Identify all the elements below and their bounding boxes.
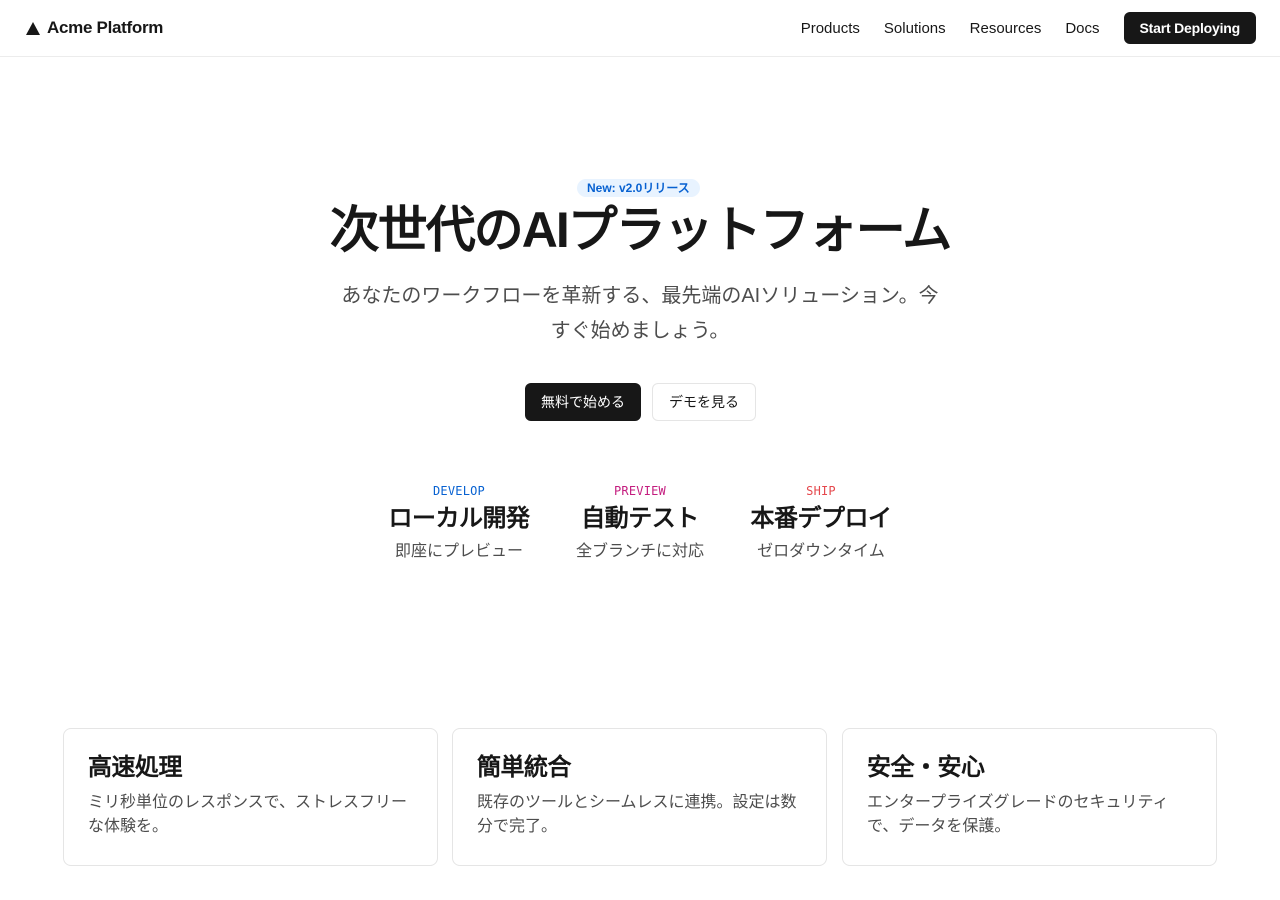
feature-card-title: 簡単統合: [477, 754, 572, 781]
nav-link-docs[interactable]: Docs: [1065, 20, 1099, 37]
step-title: ローカル開発: [388, 505, 531, 532]
step-title: 本番デプロイ: [750, 505, 893, 532]
step-ship: SHIP 本番デプロイ ゼロダウンタイム: [731, 483, 911, 563]
feature-card-description: 既存のツールとシームレスに連携。設定は数分で完了。: [477, 794, 797, 835]
triangle-logo-icon: [26, 21, 40, 35]
step-tag: DEVELOP: [433, 484, 485, 498]
feature-card-security: 安全・安心 エンタープライズグレードのセキュリティで、データを保護。: [842, 728, 1217, 866]
feature-card-title: 安全・安心: [867, 754, 985, 781]
top-nav-bar: Acme Platform Products Solutions Resourc…: [0, 0, 1280, 57]
step-title: 自動テスト: [581, 505, 699, 532]
step-tag: SHIP: [806, 484, 836, 498]
start-free-button[interactable]: 無料で始める: [525, 383, 641, 421]
release-badge[interactable]: New: v2.0リリース: [577, 179, 700, 197]
feature-card-description: エンタープライズグレードのセキュリティで、データを保護。: [867, 794, 1169, 835]
start-deploying-button[interactable]: Start Deploying: [1123, 12, 1256, 44]
nav-link-products[interactable]: Products: [801, 20, 860, 37]
feature-card-title: 高速処理: [88, 754, 183, 781]
step-description: 全ブランチに対応: [575, 543, 704, 560]
hero-title: 次世代のAIプラットフォーム: [329, 202, 953, 258]
step-description: ゼロダウンタイム: [757, 543, 885, 560]
step-description: 即座にプレビュー: [394, 543, 523, 560]
main-nav: Products Solutions Resources Docs Start …: [801, 12, 1256, 44]
nav-link-resources[interactable]: Resources: [970, 20, 1042, 37]
hero-subtitle: あなたのワークフローを革新する、最先端のAIソリューション。今すぐ始めましょう。: [341, 285, 939, 342]
step-tag: PREVIEW: [614, 484, 666, 498]
step-develop: DEVELOP ローカル開発 即座にプレビュー: [369, 483, 549, 563]
nav-link-solutions[interactable]: Solutions: [884, 20, 946, 37]
step-preview: PREVIEW 自動テスト 全ブランチに対応: [550, 483, 730, 563]
brand-name: Acme Platform: [47, 18, 164, 37]
feature-card-integration: 簡単統合 既存のツールとシームレスに連携。設定は数分で完了。: [452, 728, 827, 866]
feature-card-description: ミリ秒単位のレスポンスで、ストレスフリーな体験を。: [88, 794, 408, 835]
view-demo-button[interactable]: デモを見る: [652, 383, 756, 421]
brand-logo-link[interactable]: Acme Platform: [26, 17, 163, 39]
feature-card-speed: 高速処理 ミリ秒単位のレスポンスで、ストレスフリーな体験を。: [63, 728, 438, 866]
